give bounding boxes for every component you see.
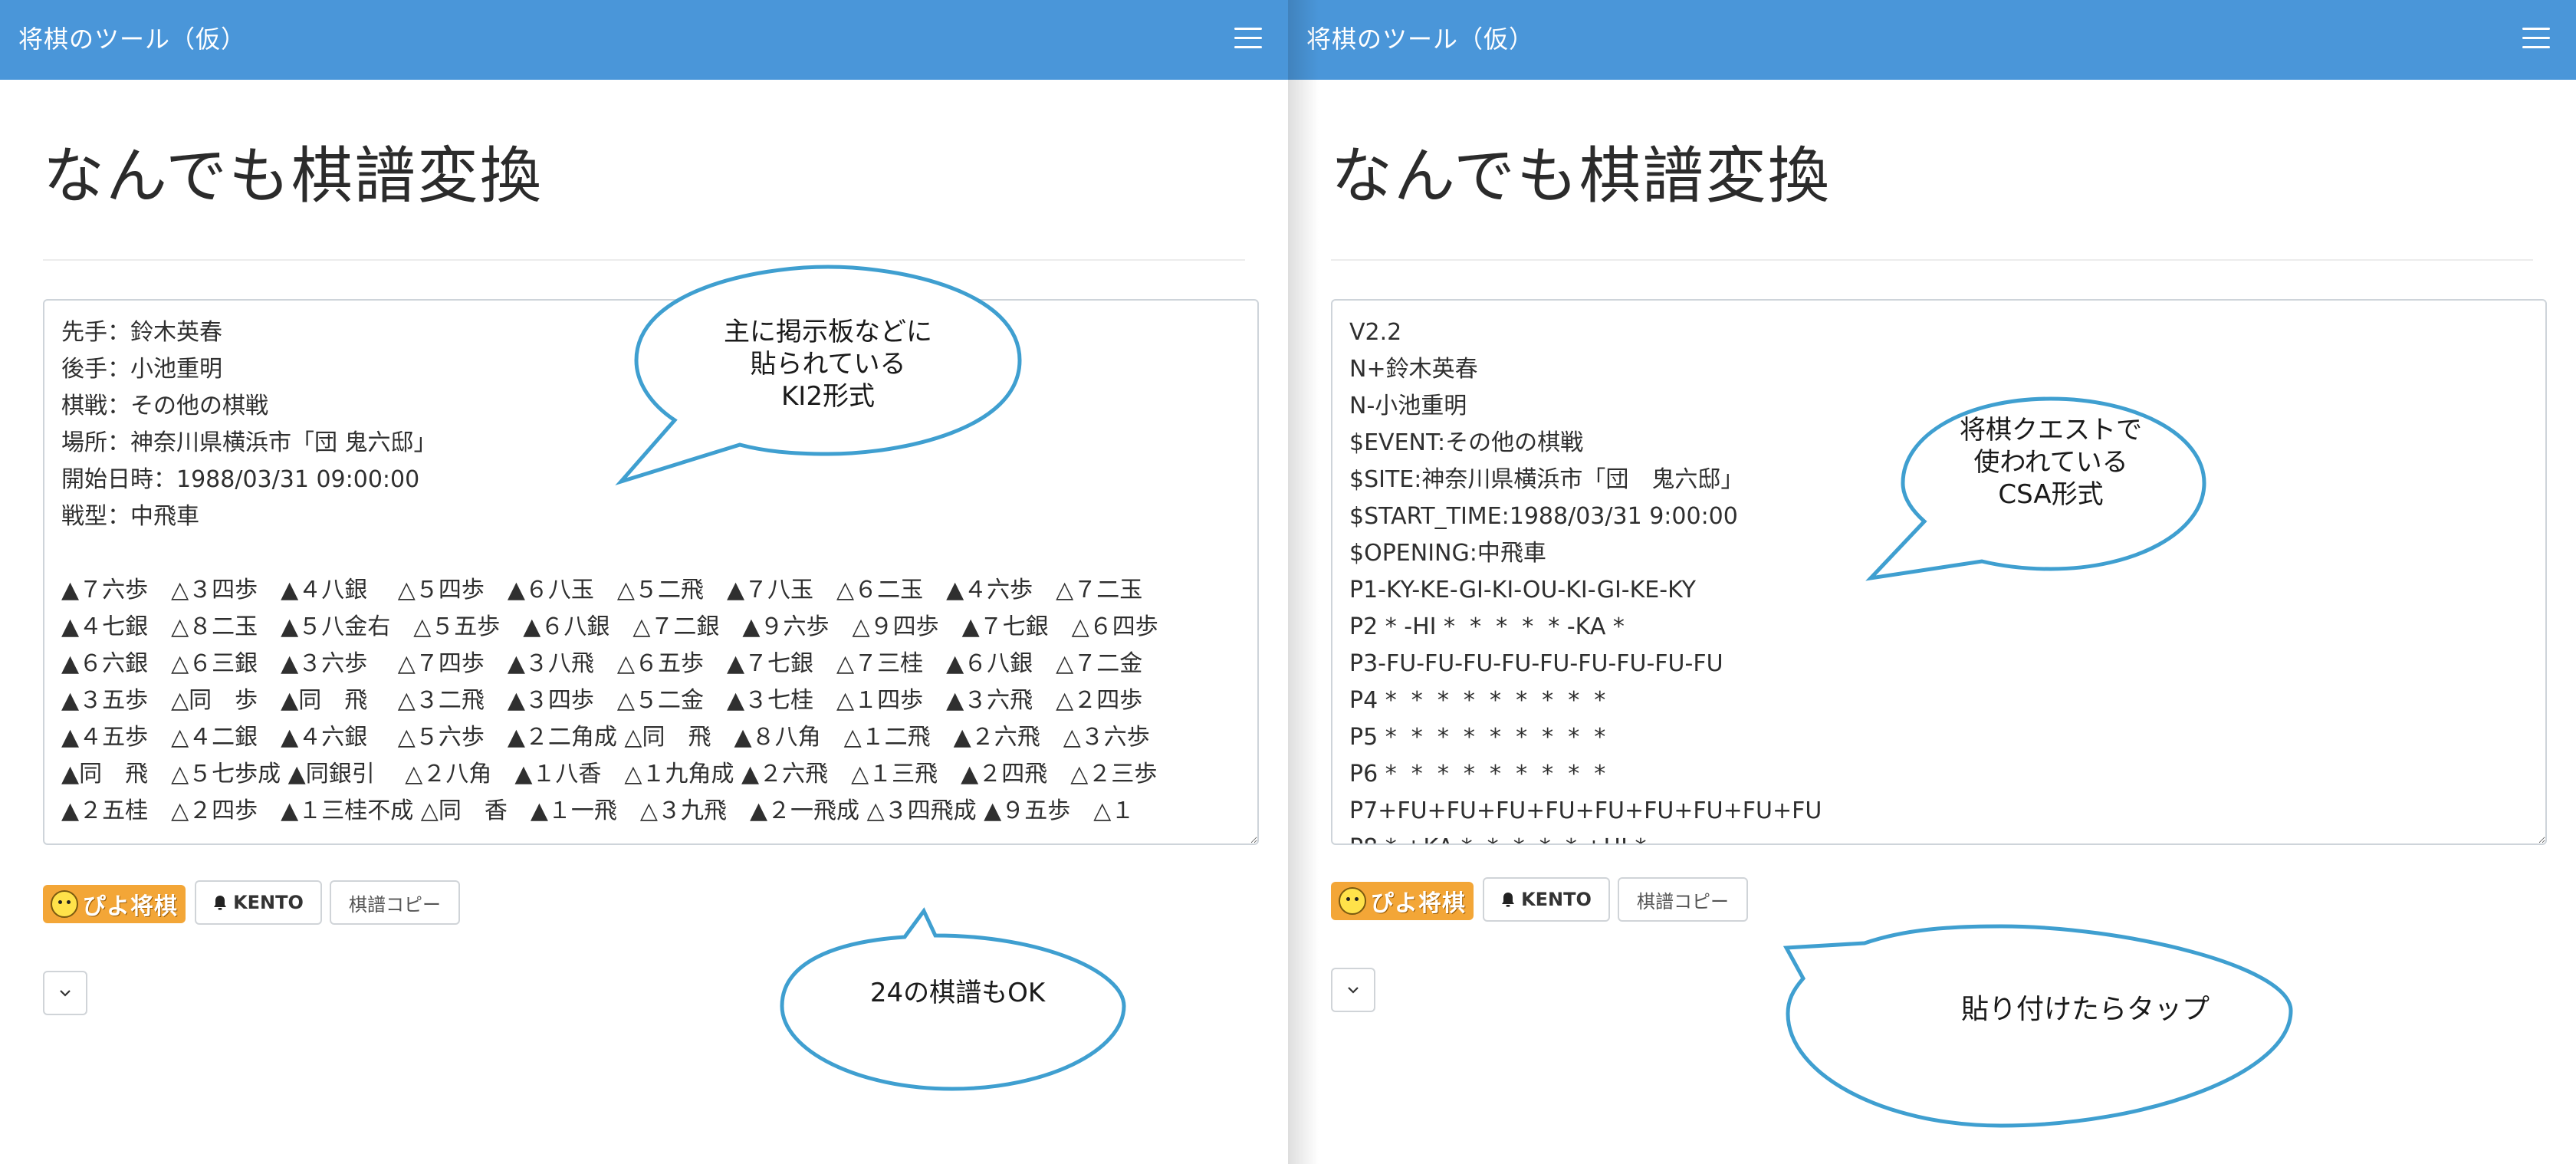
panel-divider-shadow <box>1288 0 1319 1164</box>
kento-label: KENTO <box>233 892 304 913</box>
bubble-tap-text: 貼り付けたらタップ <box>1960 994 2210 1025</box>
bubble-csa-text: 将棋クエストで 使われている CSA形式 <box>1960 415 2142 510</box>
copy-kifu-button[interactable]: 棋譜コピー <box>330 880 460 925</box>
bell-icon <box>1502 893 1515 907</box>
chevron-down-icon[interactable] <box>43 971 87 1015</box>
kento-button[interactable]: KENTO <box>195 880 322 925</box>
navbar: 将棋のツール（仮） <box>0 0 1288 80</box>
bell-icon <box>214 896 227 910</box>
navbar: 将棋のツール（仮） <box>1288 0 2576 80</box>
bubble-ki2-text: 主に掲示板などに 貼られている KI2形式 <box>724 317 932 412</box>
bubble-24-text: 24の棋譜もOK <box>869 978 1046 1008</box>
left-screen: 将棋のツール（仮） なんでも棋譜変換 先手：鈴木英春 後手：小池重明 棋戦：その… <box>0 0 1288 1164</box>
kento-label: KENTO <box>1521 889 1592 910</box>
chevron-down-icon[interactable] <box>1331 968 1375 1012</box>
right-screen: 将棋のツール（仮） なんでも棋譜変換 V2.2 N+鈴木英春 N-小池重明 $E… <box>1288 0 2576 1164</box>
app-title[interactable]: 将棋のツール（仮） <box>18 20 246 55</box>
hamburger-menu-icon[interactable] <box>1234 28 1262 49</box>
hamburger-menu-icon[interactable] <box>2522 28 2550 49</box>
page-title: なんでも棋譜変換 <box>1331 140 1831 212</box>
chick-icon <box>51 890 78 918</box>
page-title: なんでも棋譜変換 <box>43 140 543 212</box>
piyo-shogi-button[interactable]: ぴよ将棋 <box>1331 882 1474 920</box>
chick-icon <box>1339 887 1366 915</box>
piyo-label: ぴよ将棋 <box>83 893 178 920</box>
app-title[interactable]: 将棋のツール（仮） <box>1306 20 1534 55</box>
copy-kifu-button[interactable]: 棋譜コピー <box>1618 877 1748 922</box>
piyo-shogi-button[interactable]: ぴよ将棋 <box>43 885 186 923</box>
piyo-label: ぴよ将棋 <box>1371 890 1466 917</box>
divider <box>1331 259 2533 261</box>
kento-button[interactable]: KENTO <box>1483 877 1610 922</box>
